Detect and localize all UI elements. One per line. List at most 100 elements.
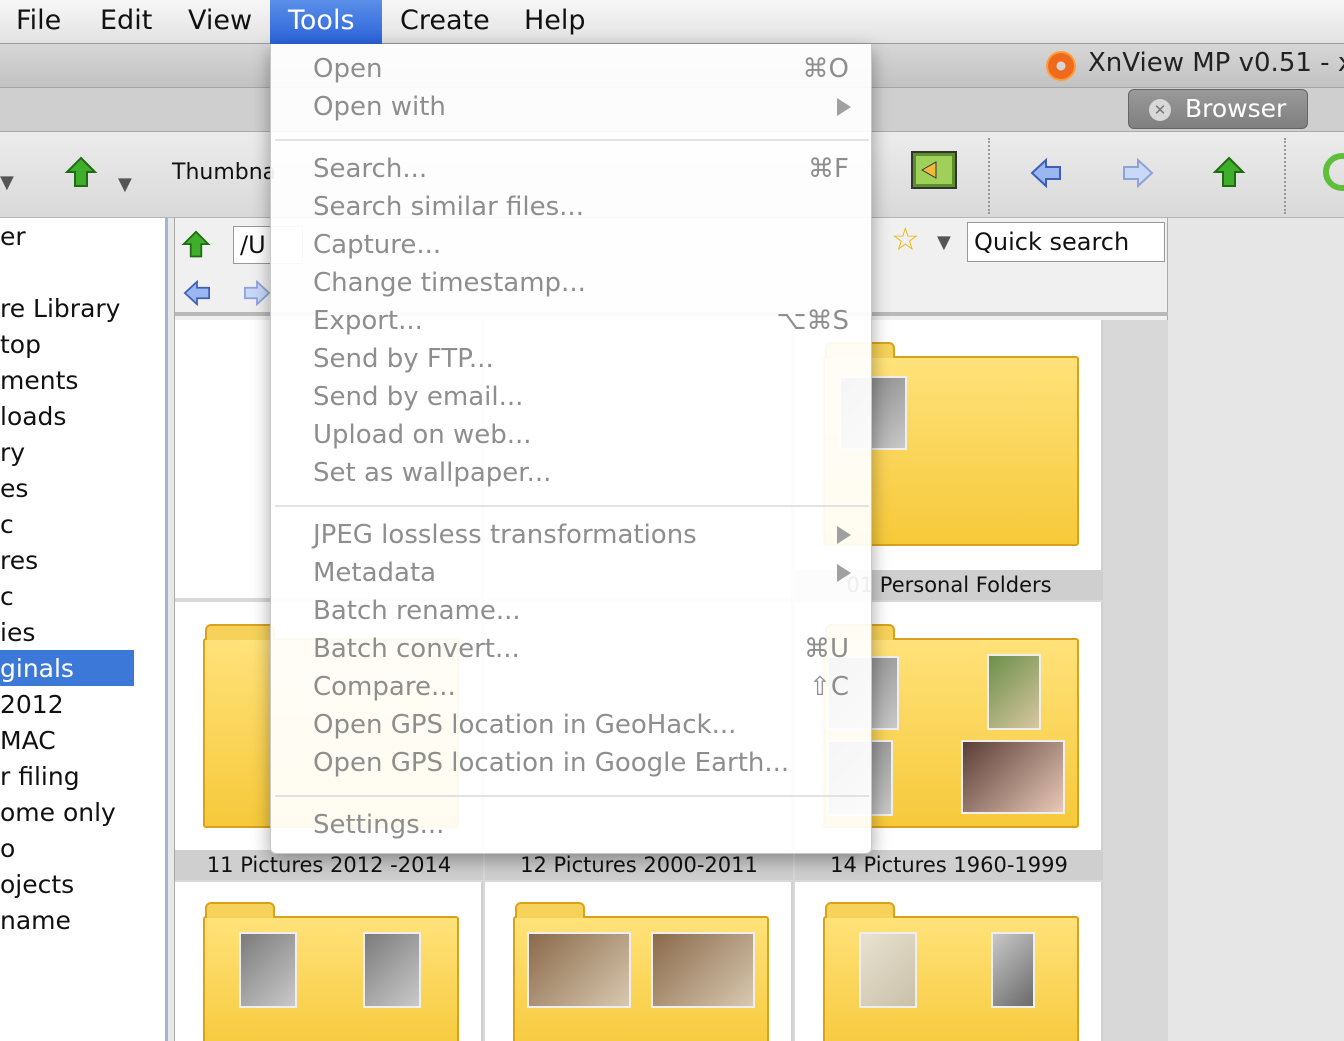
menu-item-upload-web[interactable]: Upload on web... — [271, 416, 873, 454]
forward-arrow-icon[interactable] — [243, 280, 271, 306]
tree-item[interactable]: top — [0, 330, 41, 359]
forward-arrow-icon[interactable] — [1122, 158, 1154, 188]
back-arrow-icon[interactable] — [1030, 158, 1062, 188]
refresh-icon[interactable] — [1318, 152, 1344, 192]
menu-item-shortcut: ⌥⌘S — [776, 306, 849, 336]
menu-bar: File Edit View Tools Create Help — [0, 0, 1344, 44]
menu-item-settings[interactable]: Settings... — [271, 806, 873, 844]
tree-item[interactable]: ies — [0, 618, 35, 647]
tree-item[interactable]: name — [0, 906, 71, 935]
menu-item-label: Send by FTP... — [313, 344, 494, 374]
photo-thumbnail — [239, 932, 297, 1008]
menu-item-label: Upload on web... — [313, 420, 532, 450]
tree-item-selected[interactable]: ginals — [0, 654, 74, 683]
app-logo-icon — [1046, 51, 1076, 81]
photo-thumbnail — [859, 932, 917, 1008]
tree-item[interactable]: re Library — [0, 294, 120, 323]
menu-create[interactable]: Create — [384, 0, 504, 44]
up-folder-icon[interactable] — [64, 156, 98, 190]
thumbnail-cell[interactable] — [795, 882, 1103, 1041]
tree-item[interactable]: 2012 — [0, 690, 64, 719]
menu-item-send-ftp[interactable]: Send by FTP... — [271, 340, 873, 378]
menu-item-export[interactable]: Export... ⌥⌘S — [271, 302, 873, 340]
menu-item-search-similar[interactable]: Search similar files... — [271, 188, 873, 226]
tree-item[interactable]: c — [0, 510, 14, 539]
menu-item-batch-rename[interactable]: Batch rename... — [271, 592, 873, 630]
photo-thumbnail — [527, 932, 631, 1008]
dropdown-arrow-icon[interactable]: ▼ — [0, 172, 14, 193]
slideshow-icon[interactable] — [910, 150, 958, 190]
tree-item[interactable]: MAC — [0, 726, 56, 755]
menu-item-label: Export... — [313, 306, 423, 336]
folder-thumbnail — [513, 902, 769, 1041]
up-folder-icon[interactable] — [1212, 156, 1246, 190]
menu-item-label: Open GPS location in GeoHack... — [313, 710, 737, 740]
menu-item-search[interactable]: Search... ⌘F — [271, 150, 873, 188]
thumbnail-cell[interactable] — [485, 882, 793, 1041]
menu-item-compare[interactable]: Compare... ⇧C — [271, 668, 873, 706]
menu-item-send-email[interactable]: Send by email... — [271, 378, 873, 416]
menu-item-open[interactable]: Open ⌘O — [271, 50, 873, 88]
dropdown-arrow-icon[interactable]: ▼ — [118, 174, 132, 195]
menu-item-label: Open with — [313, 92, 446, 122]
menu-item-label: Change timestamp... — [313, 268, 586, 298]
folder-caption: 14 Pictures 1960-1999 — [795, 850, 1103, 880]
menu-file[interactable]: File — [0, 0, 80, 44]
menu-item-shortcut: ⌘O — [802, 54, 849, 84]
back-arrow-icon[interactable] — [183, 280, 211, 306]
menu-item-gps-geohack[interactable]: Open GPS location in GeoHack... — [271, 706, 873, 744]
tree-item[interactable]: loads — [0, 402, 66, 431]
tree-item[interactable]: o — [0, 834, 15, 863]
menu-item-change-timestamp[interactable]: Change timestamp... — [271, 264, 873, 302]
tools-menu: Open ⌘O Open with Search... ⌘F Search si… — [270, 44, 872, 854]
tree-item[interactable]: es — [0, 474, 28, 503]
folder-tree[interactable]: er re Library top ments loads ry es c re… — [0, 218, 168, 1041]
submenu-arrow-icon — [837, 98, 851, 116]
menu-item-label: Set as wallpaper... — [313, 458, 552, 488]
quick-search-input[interactable]: Quick search — [967, 222, 1165, 262]
menu-item-label: Capture... — [313, 230, 442, 260]
favorite-star-icon[interactable]: ☆ — [891, 220, 920, 258]
tree-item[interactable]: res — [0, 546, 38, 575]
menu-item-jpeg-lossless[interactable]: JPEG lossless transformations — [271, 516, 873, 554]
photo-thumbnail — [987, 654, 1041, 730]
menu-item-set-wallpaper[interactable]: Set as wallpaper... — [271, 454, 873, 492]
tree-item[interactable]: c — [0, 582, 14, 611]
tab-browser[interactable]: ✕ Browser — [1128, 89, 1308, 129]
menu-help[interactable]: Help — [506, 0, 598, 44]
tree-item[interactable]: ome only — [0, 798, 116, 827]
toolbar-separator — [1284, 138, 1286, 214]
menu-item-label: Metadata — [313, 558, 437, 588]
photo-thumbnail — [363, 932, 421, 1008]
photo-thumbnail — [651, 932, 755, 1008]
menu-item-label: Compare... — [313, 672, 456, 702]
up-folder-icon[interactable] — [181, 230, 211, 260]
tree-item[interactable]: ry — [0, 438, 25, 467]
thumbnail-view-button[interactable]: Thumbna — [172, 160, 276, 185]
menu-item-label: JPEG lossless transformations — [313, 520, 697, 550]
dropdown-arrow-icon[interactable]: ▼ — [937, 232, 951, 253]
menu-item-open-with[interactable]: Open with — [271, 88, 873, 126]
close-tab-icon[interactable]: ✕ — [1149, 99, 1171, 121]
tree-item[interactable]: ojects — [0, 870, 74, 899]
tree-item[interactable]: r filing — [0, 762, 80, 791]
tree-item[interactable]: er — [0, 222, 26, 251]
menu-divider — [275, 139, 869, 141]
menu-item-label: Send by email... — [313, 382, 524, 412]
menu-item-label: Search... — [313, 154, 428, 184]
menu-item-shortcut: ⌘U — [803, 634, 849, 664]
submenu-arrow-icon — [837, 564, 851, 582]
tree-item[interactable]: ments — [0, 366, 78, 395]
thumbnail-cell[interactable] — [175, 882, 483, 1041]
menu-tools[interactable]: Tools — [270, 0, 382, 44]
menu-edit[interactable]: Edit — [82, 0, 170, 44]
menu-view[interactable]: View — [172, 0, 268, 44]
menu-item-capture[interactable]: Capture... — [271, 226, 873, 264]
folder-thumbnail — [823, 902, 1079, 1041]
menu-item-label: Batch rename... — [313, 596, 521, 626]
menu-item-gps-google-earth[interactable]: Open GPS location in Google Earth... — [271, 744, 873, 782]
menu-item-label: Search similar files... — [313, 192, 584, 222]
photo-thumbnail — [961, 740, 1065, 814]
menu-item-batch-convert[interactable]: Batch convert... ⌘U — [271, 630, 873, 668]
menu-item-metadata[interactable]: Metadata — [271, 554, 873, 592]
